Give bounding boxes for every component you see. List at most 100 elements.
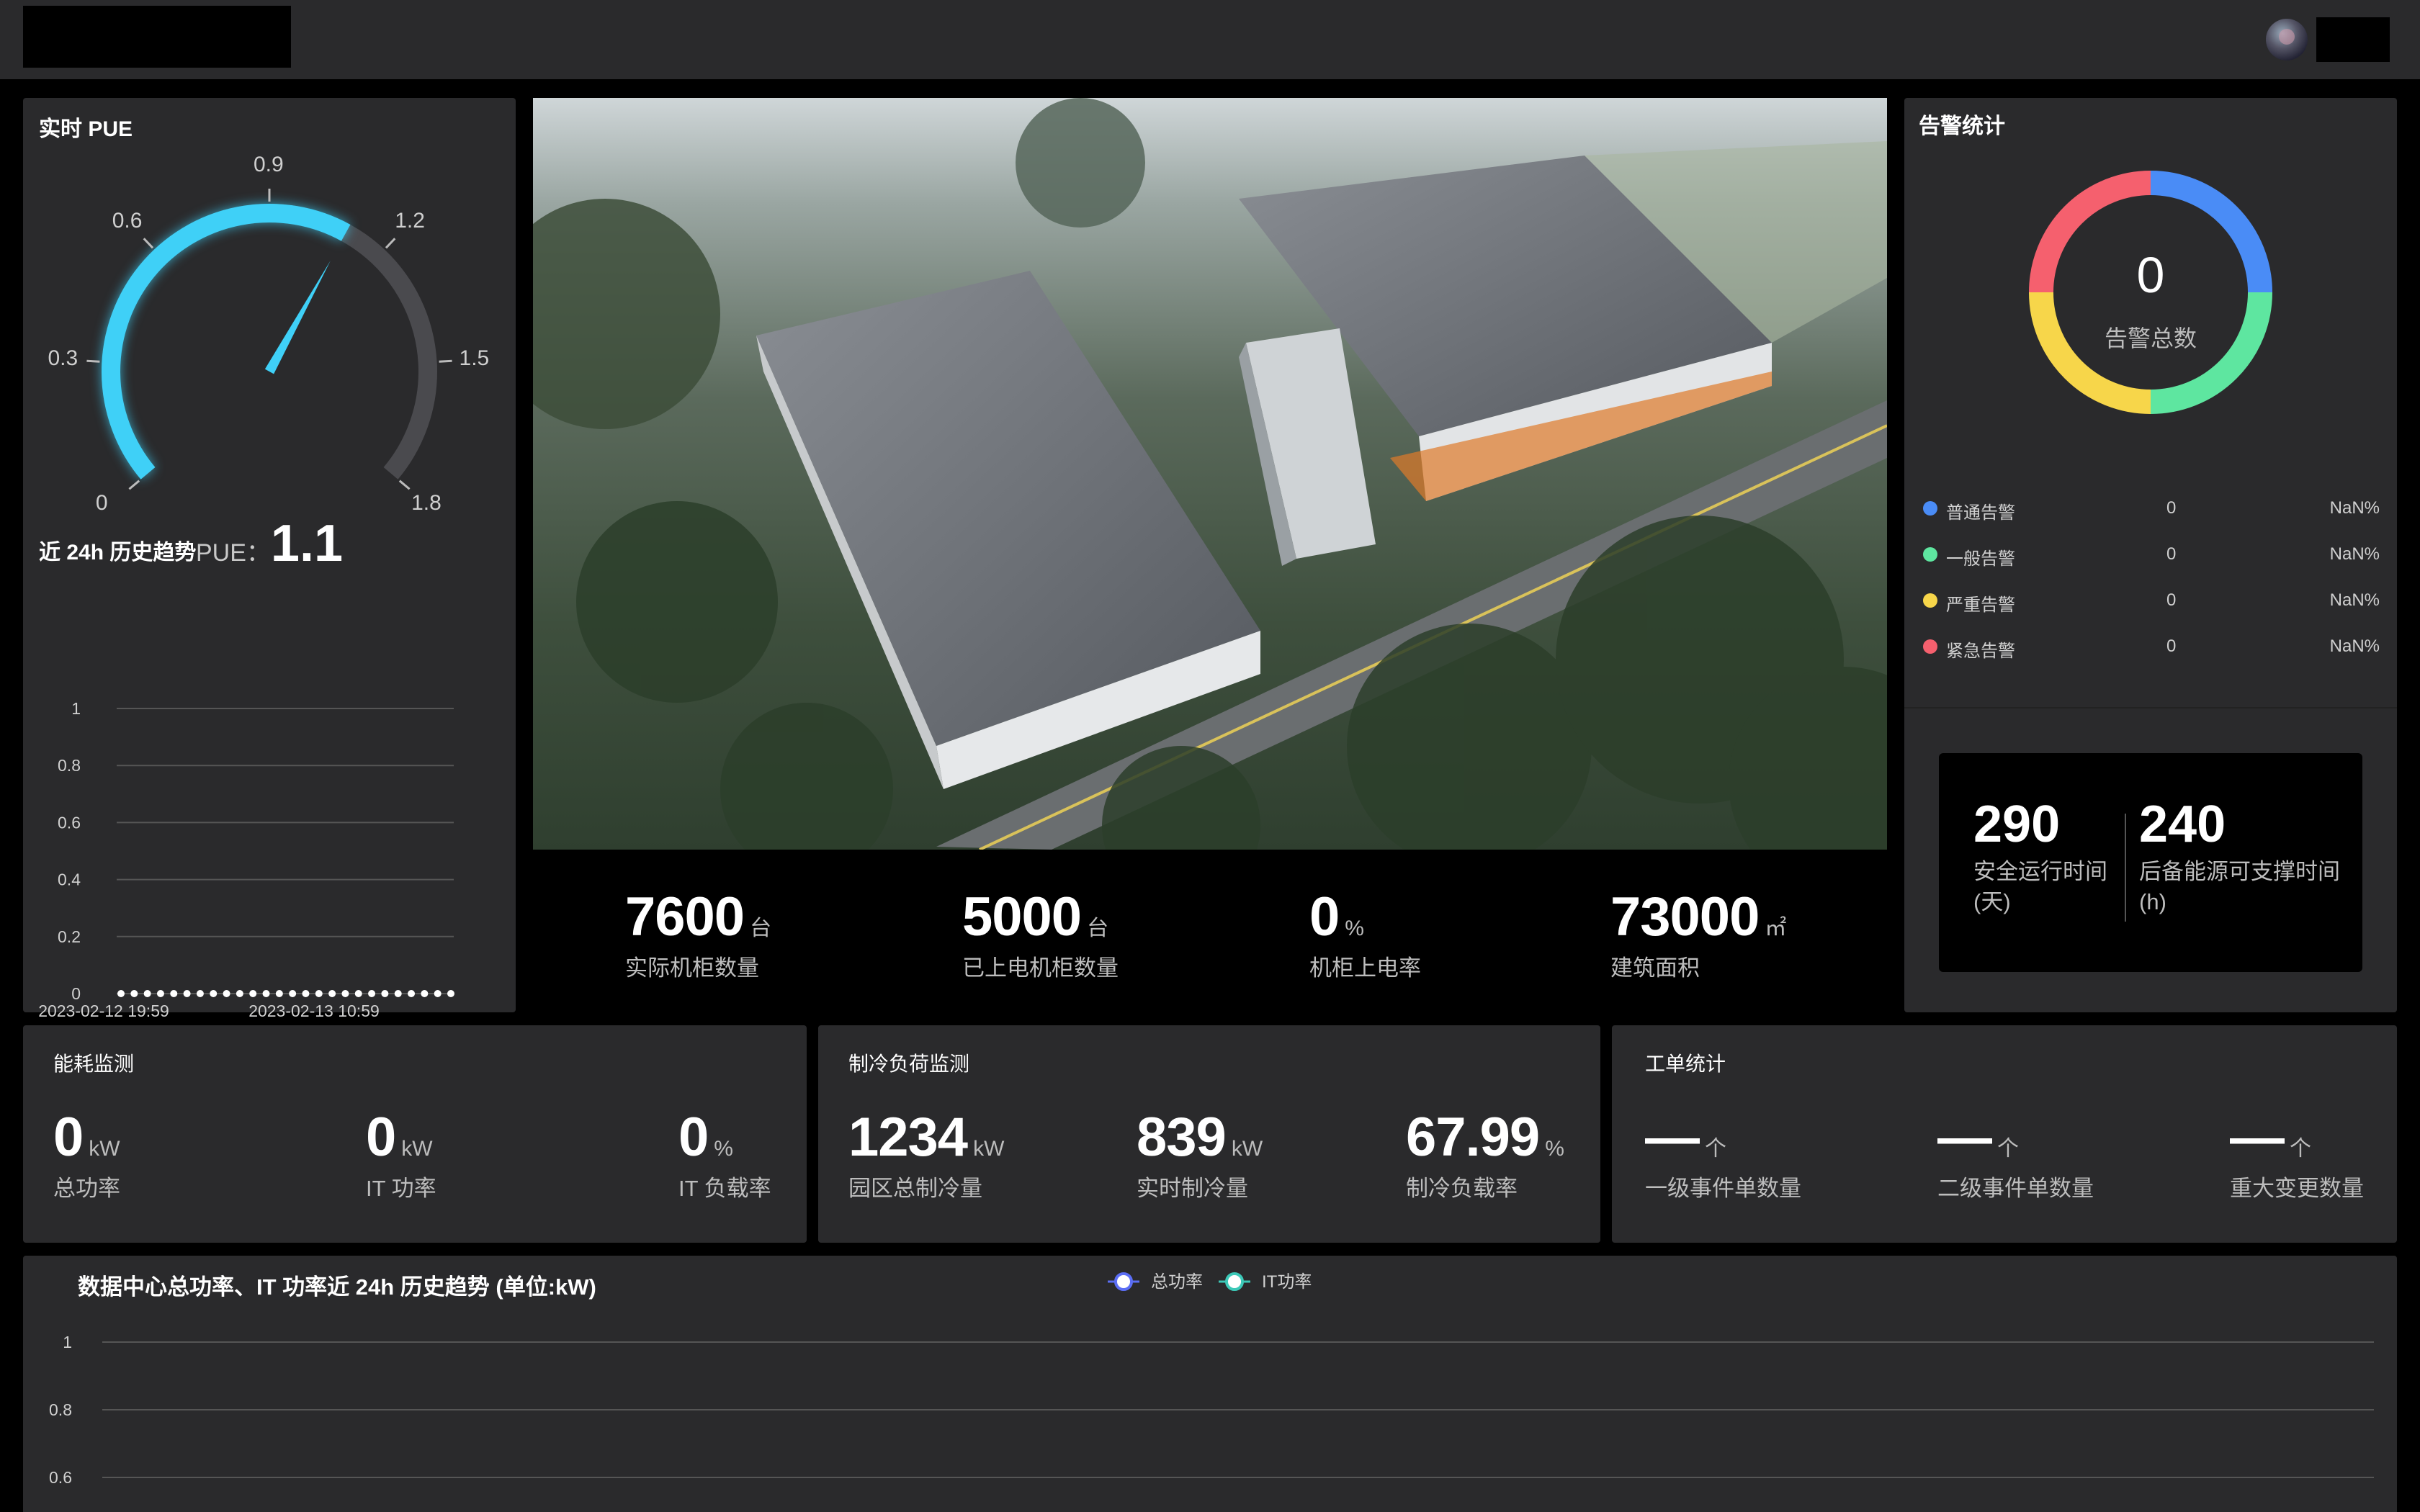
metric-unit: 个 xyxy=(1997,1137,2019,1161)
alarm-total: 0 xyxy=(2137,247,2165,303)
energy-panel: 能耗监测 0 kW 总功率 0 kW IT 功率 0% IT 负载率 xyxy=(23,1025,807,1243)
alarm-dot-icon xyxy=(1923,547,1937,562)
alarm-item-name: 普通告警 xyxy=(1946,503,2015,523)
metric-unit: 个 xyxy=(1705,1137,1726,1161)
history-y-tick: 1 xyxy=(71,699,81,718)
history-x-tick: 2023-02-13 10:59 xyxy=(248,1002,380,1020)
gauge-tick-label: 1.2 xyxy=(395,208,425,233)
history-point xyxy=(275,990,283,997)
history-point xyxy=(170,990,178,997)
stat-value: 5000 xyxy=(962,886,1082,948)
tickets-level2: — 个 二级事件单数量 xyxy=(1937,1106,2094,1202)
history-point xyxy=(196,990,204,997)
cooling-load-rate: 67.99% 制冷负载率 xyxy=(1406,1106,1564,1202)
logo xyxy=(23,6,291,68)
tickets-major-change: — 个 重大变更数量 xyxy=(2230,1106,2364,1202)
metric-value: — xyxy=(2230,1107,2285,1168)
history-point xyxy=(262,990,270,997)
alarm-segment xyxy=(2029,171,2151,293)
alarm-item-percent: NaN% xyxy=(2329,544,2380,564)
history-point xyxy=(381,990,389,997)
alarm-item-name: 严重告警 xyxy=(1946,595,2015,615)
metric-label: 制冷负载率 xyxy=(1406,1176,1518,1201)
history-y-tick: 0.6 xyxy=(58,813,81,832)
metric-unit: kW xyxy=(973,1137,1005,1161)
metric-label: 园区总制冷量 xyxy=(848,1176,982,1201)
history-point xyxy=(289,990,297,997)
stat-label: 机柜上电率 xyxy=(1309,955,1421,981)
history-point xyxy=(156,990,164,997)
metric-unit: kW xyxy=(1231,1137,1263,1161)
alarm-item-count: 0 xyxy=(2166,636,2177,656)
power-y-tick: 0.6 xyxy=(49,1468,72,1487)
stat-unit: 台 xyxy=(750,917,772,940)
history-point xyxy=(130,990,138,997)
alarm-item-percent: NaN% xyxy=(2329,498,2380,518)
stat-value: 73000 xyxy=(1610,886,1760,948)
alarm-item-name: 一般告警 xyxy=(1946,549,2015,569)
history-point xyxy=(249,990,257,997)
power-trend-panel: 数据中心总功率、IT 功率近 24h 历史趋势 (单位:kW) 总功率 IT功率… xyxy=(23,1256,2397,1512)
metric-value: 0 xyxy=(366,1107,396,1168)
history-point xyxy=(236,990,243,997)
alarm-dot-icon xyxy=(1923,501,1937,516)
cooling-panel: 制冷负荷监测 1234 kW 园区总制冷量 839 kW 实时制冷量 67.99% … xyxy=(818,1025,1600,1243)
history-point xyxy=(117,990,125,997)
metric-unit: kW xyxy=(401,1137,433,1161)
cooling-title: 制冷负荷监测 xyxy=(848,1053,970,1075)
alarm-divider xyxy=(1904,707,2397,708)
tickets-level1: — 个 一级事件单数量 xyxy=(1645,1106,1801,1202)
user-avatar[interactable] xyxy=(2266,19,2308,60)
metric-value: 67.99 xyxy=(1406,1107,1540,1168)
metric-value: 1234 xyxy=(848,1107,968,1168)
history-point xyxy=(302,990,310,997)
datacenter-aerial-image xyxy=(533,98,1887,850)
history-point xyxy=(210,990,218,997)
metric-value: — xyxy=(1645,1107,1700,1168)
history-y-tick: 0.8 xyxy=(58,756,81,775)
metric-value: 839 xyxy=(1137,1107,1227,1168)
history-point xyxy=(315,990,323,997)
metric-value: 0 xyxy=(53,1107,84,1168)
stat-value: 0 xyxy=(1309,886,1340,948)
energy-total-power: 0 kW 总功率 xyxy=(53,1106,120,1202)
history-y-tick: 0.2 xyxy=(58,927,81,946)
cooling-realtime: 839 kW 实时制冷量 xyxy=(1137,1106,1263,1202)
history-y-tick: 0.4 xyxy=(58,870,81,889)
alarm-total-label: 告警总数 xyxy=(2105,325,2197,351)
history-y-tick: 0 xyxy=(71,984,81,1003)
stat-unit: % xyxy=(1345,917,1364,940)
legend-total-power[interactable]: 总功率 xyxy=(1108,1272,1203,1292)
backup-hours-value: 240 xyxy=(2139,796,2226,853)
stat-label: 已上电机柜数量 xyxy=(962,955,1119,981)
gauge-tick-label: 1.5 xyxy=(459,346,490,371)
gauge-tick-label: 1.8 xyxy=(411,490,442,515)
cooling-total: 1234 kW 园区总制冷量 xyxy=(848,1106,1004,1202)
safety-box: 290 安全运行时间(天) 240 后备能源可支撑时间(h) xyxy=(1939,753,2362,972)
user-name[interactable] xyxy=(2316,17,2390,62)
history-point xyxy=(421,990,429,997)
metric-label: IT 负载率 xyxy=(678,1176,771,1201)
stat-unit: ㎡ xyxy=(1765,917,1787,940)
power-y-tick: 1 xyxy=(63,1333,72,1351)
history-point xyxy=(354,990,362,997)
power-y-tick: 0.8 xyxy=(49,1400,72,1419)
metric-label: 重大变更数量 xyxy=(2230,1176,2364,1201)
alarm-donut: 0 告警总数 xyxy=(2029,171,2272,414)
alarm-item-percent: NaN% xyxy=(2329,590,2380,610)
metric-value: 0 xyxy=(678,1107,709,1168)
metric-label: 二级事件单数量 xyxy=(1937,1176,2094,1201)
gauge-tick-label: 0.9 xyxy=(254,153,284,176)
stat-label: 实际机柜数量 xyxy=(625,955,759,981)
energy-it-load: 0% IT 负载率 xyxy=(678,1106,771,1202)
legend-it-power[interactable]: IT功率 xyxy=(1219,1272,1312,1292)
gauge-tick-label: 0 xyxy=(95,490,108,515)
top-bar xyxy=(0,0,2420,79)
history-point xyxy=(408,990,416,997)
legend-total-power-label: 总功率 xyxy=(1151,1272,1203,1292)
backup-hours-label: 后备能源可支撑时间(h) xyxy=(2139,859,2340,914)
history-point xyxy=(328,990,336,997)
alarm-item-name: 紧急告警 xyxy=(1946,642,2015,661)
metric-unit: 个 xyxy=(2290,1137,2311,1161)
alarm-item-count: 0 xyxy=(2166,544,2177,564)
